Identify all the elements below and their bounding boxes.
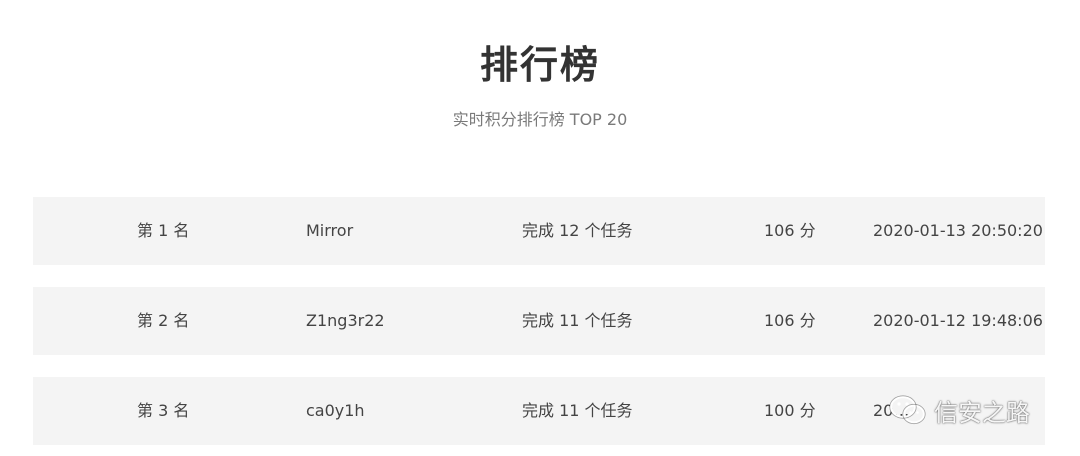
rank-label: 第 3 名	[137, 401, 190, 420]
player-name: Mirror	[306, 221, 354, 240]
player-name: ca0y1h	[306, 401, 365, 420]
score: 100 分	[764, 401, 816, 420]
score: 106 分	[764, 311, 816, 330]
score: 106 分	[764, 221, 816, 240]
timestamp: 2020-01-13 20:50:20	[873, 221, 1043, 240]
timestamp: 20…	[873, 401, 910, 420]
tasks-completed: 完成 11 个任务	[522, 401, 633, 420]
tasks-completed: 完成 11 个任务	[522, 311, 633, 330]
rank-label: 第 1 名	[137, 221, 190, 240]
leaderboard-row: 第 1 名 Mirror 完成 12 个任务 106 分 2020-01-13 …	[33, 197, 1045, 265]
tasks-completed: 完成 12 个任务	[522, 221, 633, 240]
page-title: 排行榜	[479, 43, 600, 87]
player-name: Z1ng3r22	[306, 311, 385, 330]
page-subtitle: 实时积分排行榜 TOP 20	[452, 110, 628, 129]
rank-label: 第 2 名	[137, 311, 190, 330]
leaderboard-page: 排行榜 实时积分排行榜 TOP 20 第 1 名 Mirror 完成 12 个任…	[0, 0, 1080, 456]
timestamp: 2020-01-12 19:48:06	[873, 311, 1043, 330]
leaderboard-row: 第 3 名 ca0y1h 完成 11 个任务 100 分 20…	[33, 377, 1045, 445]
leaderboard-row: 第 2 名 Z1ng3r22 完成 11 个任务 106 分 2020-01-1…	[33, 287, 1045, 355]
leaderboard-list: 第 1 名 Mirror 完成 12 个任务 106 分 2020-01-13 …	[33, 197, 1045, 456]
